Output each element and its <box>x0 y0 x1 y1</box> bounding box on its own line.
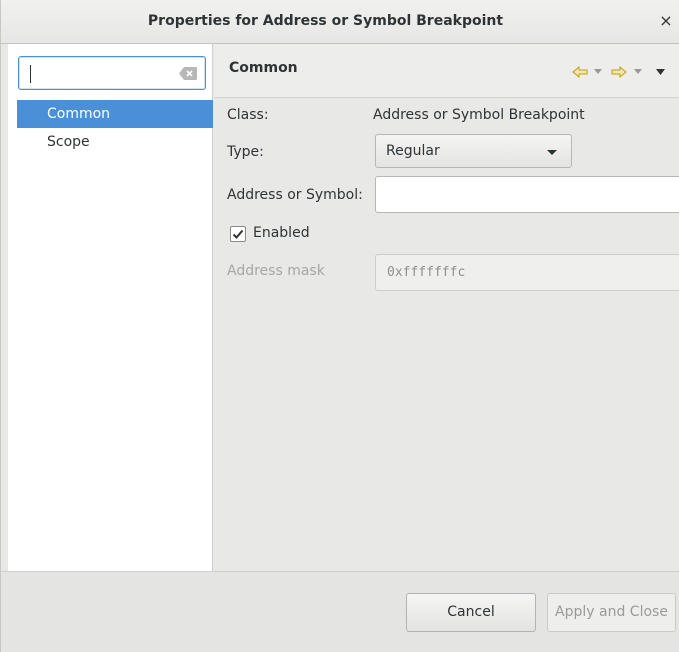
main-panel: Common Class: Address or Symbol Breakpoi… <box>214 44 679 571</box>
filter-input[interactable] <box>18 56 206 90</box>
text-caret <box>30 65 31 83</box>
type-dropdown[interactable]: Regular <box>375 134 572 168</box>
page-nav-toolbar <box>540 66 679 80</box>
type-dropdown-value: Regular <box>386 143 440 159</box>
dialog-title: Properties for Address or Symbol Breakpo… <box>147 13 504 29</box>
address-mask-field: 0xfffffffc <box>375 254 679 291</box>
forward-arrow-icon[interactable] <box>611 66 627 78</box>
checkmark-icon <box>232 229 244 239</box>
sidebar: Common Scope <box>8 44 213 571</box>
address-label: Address or Symbol: <box>227 187 363 203</box>
address-mask-value: 0xfffffffc <box>387 265 466 280</box>
address-mask-label: Address mask <box>227 263 325 279</box>
enabled-label: Enabled <box>253 225 310 241</box>
cancel-button[interactable]: Cancel <box>406 593 536 632</box>
sidebar-list: Common Scope <box>17 100 213 156</box>
clear-icon[interactable] <box>179 67 197 80</box>
view-menu-icon[interactable] <box>656 69 665 75</box>
back-arrow-icon[interactable] <box>572 66 588 78</box>
forward-menu-icon[interactable] <box>634 69 642 75</box>
chevron-down-icon <box>547 150 557 155</box>
back-menu-icon[interactable] <box>594 69 602 75</box>
type-label: Type: <box>227 144 264 160</box>
apply-and-close-button[interactable]: Apply and Close <box>547 593 676 632</box>
page-title: Common <box>229 60 298 76</box>
class-value: Address or Symbol Breakpoint <box>373 107 585 123</box>
page-header: Common <box>214 44 679 98</box>
class-label: Class: <box>227 107 269 123</box>
address-field[interactable] <box>375 176 679 213</box>
close-icon[interactable]: × <box>656 11 676 31</box>
sidebar-item-scope[interactable]: Scope <box>17 128 213 156</box>
button-bar: Cancel Apply and Close <box>1 571 679 652</box>
properties-dialog: Properties for Address or Symbol Breakpo… <box>0 0 679 652</box>
title-bar: Properties for Address or Symbol Breakpo… <box>1 0 679 44</box>
sidebar-item-common[interactable]: Common <box>17 100 213 128</box>
enabled-checkbox[interactable] <box>230 226 246 242</box>
